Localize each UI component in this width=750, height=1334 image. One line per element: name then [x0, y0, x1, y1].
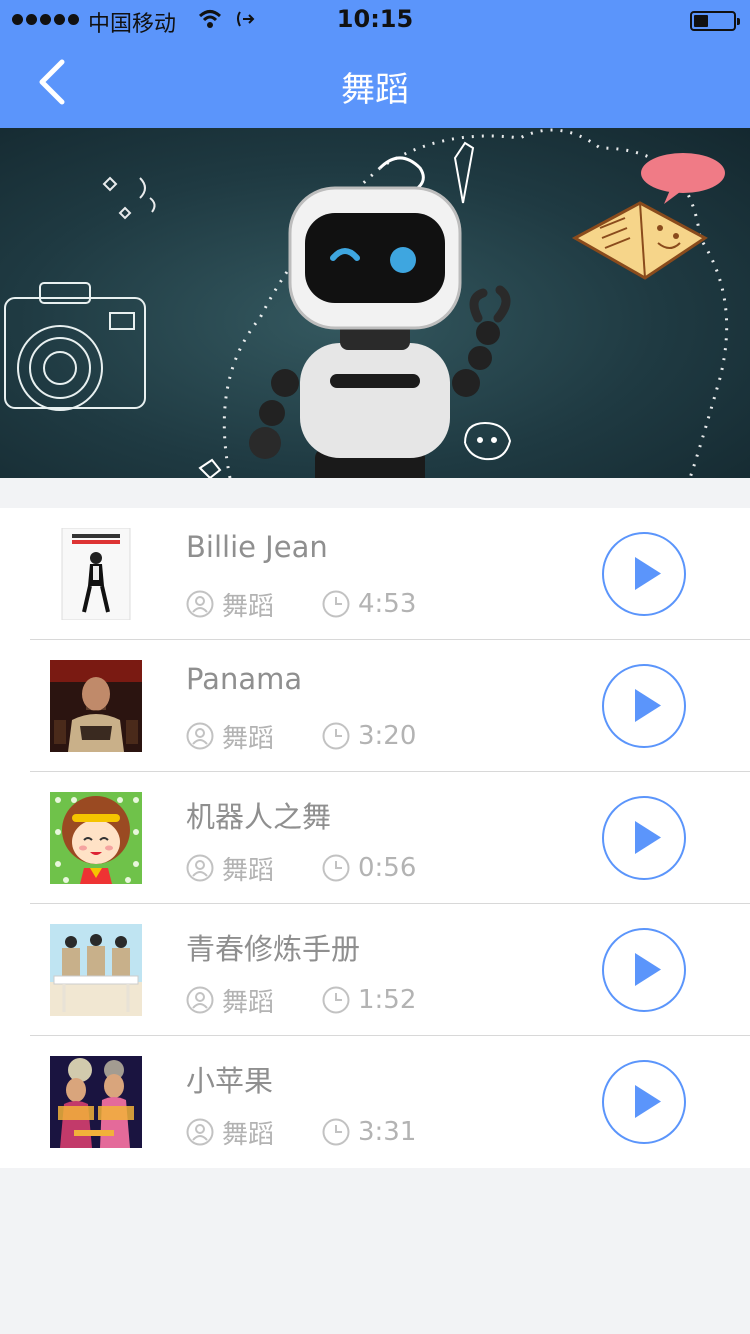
list-item[interactable]: 青春修炼手册 舞蹈 1:52 — [0, 904, 750, 1036]
play-button[interactable] — [602, 532, 686, 616]
song-title: 机器人之舞 — [186, 800, 332, 834]
clock-icon — [322, 986, 350, 1014]
song-duration: 1:52 — [322, 985, 416, 1015]
category-label: 舞蹈 — [222, 987, 275, 1018]
play-button[interactable] — [602, 664, 686, 748]
song-category: 舞蹈 — [186, 586, 322, 623]
play-button[interactable] — [602, 928, 686, 1012]
play-button[interactable] — [602, 796, 686, 880]
play-icon — [635, 557, 661, 590]
album-cover — [50, 660, 142, 752]
clock-icon — [322, 590, 350, 618]
album-cover — [50, 528, 142, 620]
song-category: 舞蹈 — [186, 850, 322, 887]
song-category: 舞蹈 — [186, 1114, 322, 1151]
category-label: 舞蹈 — [222, 1119, 275, 1150]
user-icon — [186, 590, 214, 618]
battery-icon — [690, 11, 740, 31]
play-icon — [635, 689, 661, 722]
play-icon — [635, 1085, 661, 1118]
user-icon — [186, 854, 214, 882]
album-cover — [50, 792, 142, 884]
user-icon — [186, 986, 214, 1014]
user-icon — [186, 722, 214, 750]
duration-label: 3:31 — [358, 1117, 417, 1147]
list-item[interactable]: Billie Jean 舞蹈 4:53 — [0, 508, 750, 640]
play-icon — [635, 953, 661, 986]
album-cover — [50, 924, 142, 1016]
list-item[interactable]: Panama 舞蹈 3:20 — [0, 640, 750, 772]
page-title: 舞蹈 — [341, 70, 409, 110]
category-label: 舞蹈 — [222, 855, 275, 886]
song-category: 舞蹈 — [186, 718, 322, 755]
category-label: 舞蹈 — [222, 723, 275, 754]
header: 中国移动 10:15 舞蹈 — [0, 0, 750, 128]
clock-icon — [322, 1118, 350, 1146]
song-duration: 3:31 — [322, 1117, 416, 1147]
song-title: 青春修炼手册 — [186, 932, 361, 966]
category-label: 舞蹈 — [222, 591, 275, 622]
song-title: 小苹果 — [186, 1064, 274, 1098]
clock-icon — [322, 854, 350, 882]
album-cover — [50, 1056, 142, 1148]
song-category: 舞蹈 — [186, 982, 322, 1019]
song-duration: 0:56 — [322, 853, 416, 883]
duration-label: 1:52 — [358, 985, 417, 1015]
song-title: Panama — [186, 662, 303, 696]
user-icon — [186, 1118, 214, 1146]
song-duration: 3:20 — [322, 721, 416, 751]
duration-label: 4:53 — [358, 589, 417, 619]
status-bar: 中国移动 10:15 — [0, 0, 750, 40]
duration-label: 3:20 — [358, 721, 417, 751]
list-item[interactable]: 小苹果 舞蹈 3:31 — [0, 1036, 750, 1168]
list-item[interactable]: 机器人之舞 舞蹈 0:56 — [0, 772, 750, 904]
duration-label: 0:56 — [358, 853, 417, 883]
song-list: Billie Jean 舞蹈 4:53 Panama 舞蹈 3:20 机器人之舞… — [0, 508, 750, 1168]
banner-image — [0, 128, 750, 478]
play-icon — [635, 821, 661, 854]
song-title: Billie Jean — [186, 530, 328, 564]
clock: 10:15 — [336, 5, 414, 33]
clock-icon — [322, 722, 350, 750]
play-button[interactable] — [602, 1060, 686, 1144]
robot-illustration — [4, 128, 729, 478]
song-duration: 4:53 — [322, 589, 416, 619]
